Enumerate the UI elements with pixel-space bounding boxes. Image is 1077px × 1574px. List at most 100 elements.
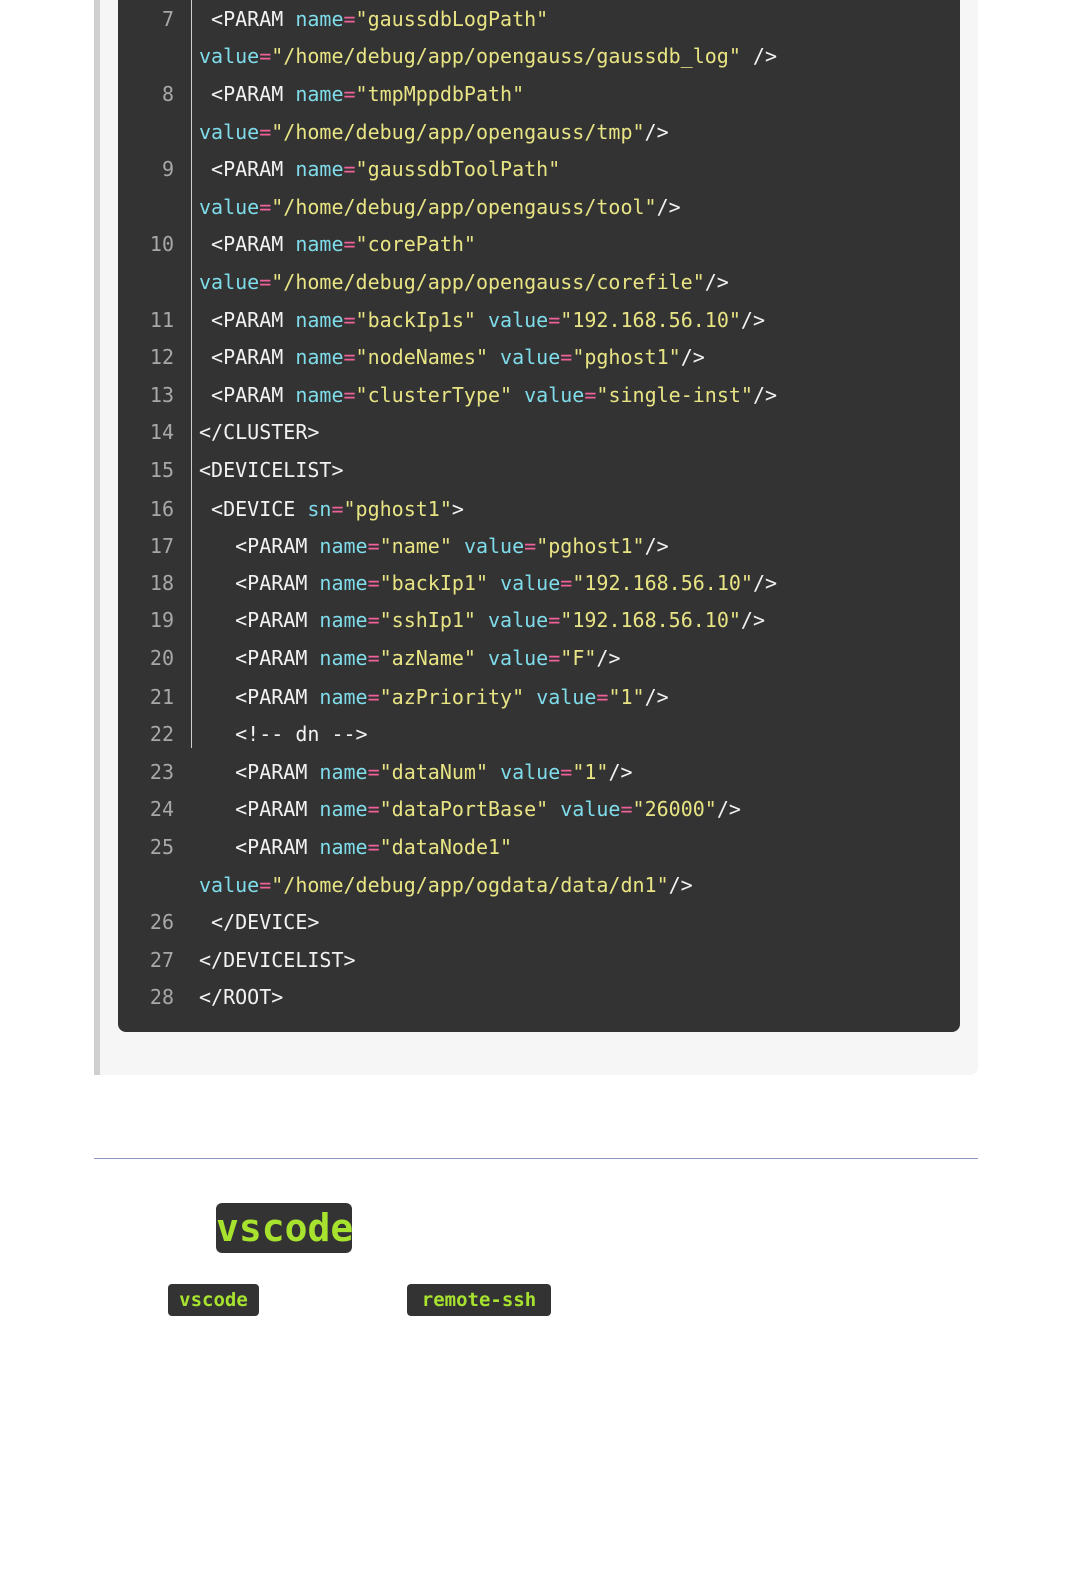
code-line: 28 </ROOT> [0, 979, 960, 1015]
code-token: /> [656, 195, 681, 219]
line-text: <PARAM name="clusterType" value="single-… [199, 377, 777, 413]
code-token: "192.168.56.10" [572, 571, 753, 595]
code-line: 16 <DEVICE sn="pghost1"> [0, 491, 960, 527]
code-token: value [488, 308, 549, 332]
code-token: "nodeNames" [355, 345, 488, 369]
code-line: 13 <PARAM name="clusterType" value="sing… [0, 377, 960, 413]
code-token: "tmpMppdbPath" [355, 82, 525, 106]
code-token: "backIp1s" [355, 308, 476, 332]
code-token: value [199, 195, 260, 219]
code-line: 12 <PARAM name="nodeNames" value="pghost… [0, 339, 960, 375]
code-token: name [319, 797, 368, 821]
code-token: name [295, 157, 344, 181]
code-token: <PARAM [199, 345, 296, 369]
code-token: name [319, 571, 368, 595]
line-number: 28 [149, 985, 174, 1009]
line-text: <DEVICE sn="pghost1"> [199, 491, 464, 527]
code-token: = [259, 44, 272, 68]
code-line: 20 <PARAM name="azName" value="F"/> [0, 640, 960, 676]
code-token: value [500, 760, 561, 784]
code-line: value="/home/debug/app/opengauss/tool"/> [0, 189, 960, 225]
line-number: 20 [149, 646, 174, 670]
code-token: value [199, 873, 260, 897]
code-token: = [596, 685, 609, 709]
code-token: = [259, 120, 272, 144]
code-line: 27 </DEVICELIST> [0, 942, 960, 978]
code-token: = [331, 497, 344, 521]
code-token: sn [307, 497, 332, 521]
code-token: value [560, 797, 621, 821]
code-token: "26000" [632, 797, 717, 821]
code-token: <PARAM [199, 685, 320, 709]
code-token: name [295, 383, 344, 407]
code-token: "gaussdbLogPath" [355, 7, 549, 31]
code-line: 26 </DEVICE> [0, 904, 960, 940]
code-token: = [343, 308, 356, 332]
code-token: /> [608, 760, 633, 784]
code-token: = [560, 760, 573, 784]
line-number: 8 [161, 82, 174, 106]
code-token: </CLUSTER> [199, 420, 320, 444]
line-number: 18 [149, 571, 174, 595]
line-text: value="/home/debug/app/ogdata/data/dn1"/… [199, 867, 693, 903]
code-line: value="/home/debug/app/opengauss/gaussdb… [0, 38, 960, 74]
code-token: </DEVICELIST> [199, 948, 356, 972]
code-token: = [343, 232, 356, 256]
code-token: = [259, 873, 272, 897]
code-token: > [451, 497, 464, 521]
line-text: <!-- dn --> [199, 716, 367, 752]
line-text: <PARAM name="sshIp1" value="192.168.56.1… [199, 602, 765, 638]
code-token: value [199, 120, 260, 144]
code-token: = [548, 608, 561, 632]
code-line: 10 <PARAM name="corePath" [0, 226, 960, 262]
code-token: "name" [379, 534, 452, 558]
line-number: 16 [149, 497, 174, 521]
code-token: = [620, 797, 633, 821]
line-text: <DEVICELIST> [199, 452, 344, 488]
code-token: "pghost1" [572, 345, 681, 369]
code-token: name [319, 685, 368, 709]
code-line: value="/home/debug/app/opengauss/tmp"/> [0, 114, 960, 150]
section-divider [94, 1158, 978, 1159]
code-token: = [367, 835, 380, 859]
code-token: "/home/debug/app/ogdata/data/dn1" [271, 873, 669, 897]
code-token: /> [680, 345, 705, 369]
tag-vscode[interactable]: vscode [168, 1284, 259, 1316]
tag-remote-ssh[interactable]: remote-ssh [407, 1284, 551, 1316]
line-number: 22 [149, 722, 174, 746]
line-number: 9 [161, 157, 174, 181]
code-line: 7 <PARAM name="gaussdbLogPath" [0, 1, 960, 37]
code-token: <DEVICELIST> [199, 458, 344, 482]
code-token: /> [644, 534, 669, 558]
code-token: /> [704, 270, 729, 294]
code-token: <PARAM [199, 835, 320, 859]
code-line: 25 <PARAM name="dataNode1" [0, 829, 960, 865]
line-text: <PARAM name="gaussdbLogPath" [199, 1, 548, 37]
code-token: = [343, 82, 356, 106]
line-number: 12 [149, 345, 174, 369]
line-number: 15 [149, 458, 174, 482]
code-token: /> [716, 797, 741, 821]
line-number: 10 [149, 232, 174, 256]
code-token: value [536, 685, 597, 709]
line-number: 11 [149, 308, 174, 332]
line-text: </DEVICE> [199, 904, 319, 940]
code-token: name [319, 646, 368, 670]
code-token: <PARAM [199, 82, 296, 106]
code-line: value="/home/debug/app/ogdata/data/dn1"/… [0, 867, 960, 903]
code-token: "dataNum" [379, 760, 489, 784]
code-token: "pghost1" [536, 534, 645, 558]
code-token: </DEVICE> [199, 910, 320, 934]
code-token: <DEVICE [199, 497, 308, 521]
code-token: /> [752, 571, 778, 595]
line-text: <PARAM name="azName" value="F"/> [199, 640, 620, 676]
code-token: name [295, 345, 344, 369]
code-token: "gaussdbToolPath" [355, 157, 561, 181]
code-token: value [199, 44, 260, 68]
